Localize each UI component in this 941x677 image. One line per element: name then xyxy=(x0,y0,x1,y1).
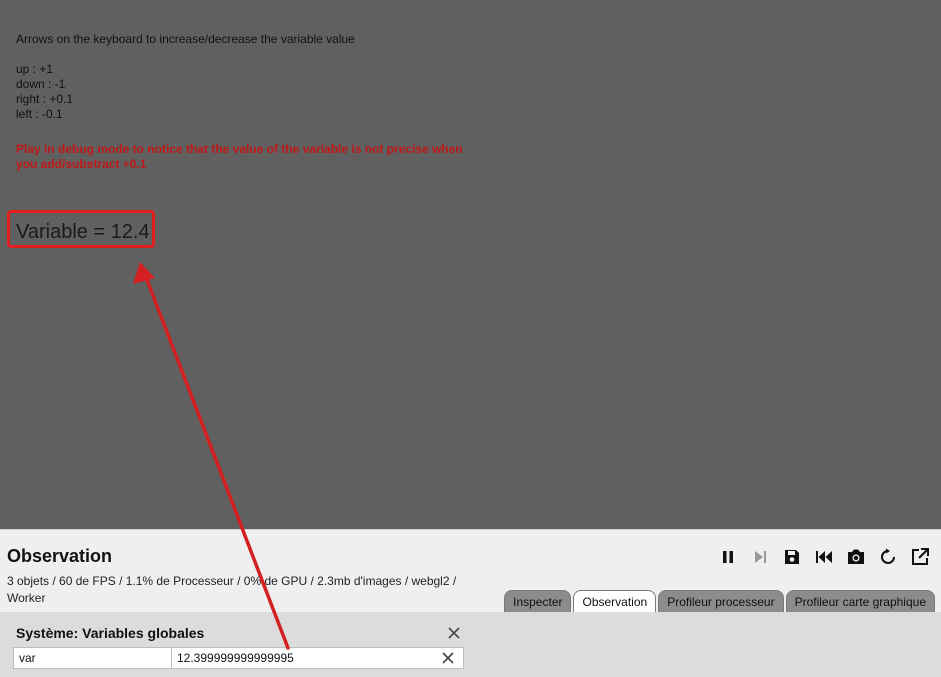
skip-back-icon xyxy=(816,551,832,563)
save-icon xyxy=(785,550,799,564)
close-icon xyxy=(448,627,460,639)
debugger-tabs: Inspecter Observation Profileur processe… xyxy=(504,590,935,612)
external-link-icon xyxy=(912,548,929,565)
debugger-header: Observation 3 objets / 60 de FPS / 1.1% … xyxy=(0,529,941,612)
instruction-line: Arrows on the keyboard to increase/decre… xyxy=(16,32,355,46)
tab-profileur-processeur[interactable]: Profileur processeur xyxy=(658,590,784,612)
pause-button[interactable] xyxy=(717,546,739,568)
close-icon xyxy=(442,652,454,664)
watch-value-text: 12.399999999999995 xyxy=(177,651,294,665)
instruction-line: up : +1 xyxy=(16,62,54,76)
camera-icon xyxy=(848,549,864,564)
panel-stats: 3 objets / 60 de FPS / 1.1% de Processeu… xyxy=(7,574,457,605)
debugger-toolbar xyxy=(717,546,931,568)
instruction-line: right : +0.1 xyxy=(16,92,74,106)
watch-close-button[interactable] xyxy=(446,625,462,641)
open-external-button[interactable] xyxy=(909,546,931,568)
restart-button[interactable] xyxy=(877,546,899,568)
save-button[interactable] xyxy=(781,546,803,568)
tab-inspecter[interactable]: Inspecter xyxy=(504,590,572,612)
panel-title: Observation xyxy=(7,546,113,566)
pause-icon xyxy=(723,551,733,563)
watch-remove-button[interactable] xyxy=(441,651,455,665)
debugger-panel: Observation 3 objets / 60 de FPS / 1.1% … xyxy=(0,529,941,677)
instruction-line: left : -0.1 xyxy=(16,107,63,121)
highlight-box xyxy=(7,210,155,248)
tab-observation[interactable]: Observation xyxy=(573,590,657,612)
instruction-line xyxy=(16,47,355,62)
warning-text: Play in debug mode to notice that the va… xyxy=(16,142,463,171)
step-icon xyxy=(755,551,766,563)
watch-row: var 12.399999999999995 xyxy=(13,647,464,669)
watch-variable-name[interactable]: var xyxy=(14,648,172,668)
game-canvas: Arrows on the keyboard to increase/decre… xyxy=(0,0,941,529)
instruction-line: down : -1 xyxy=(16,77,66,91)
skip-back-button[interactable] xyxy=(813,546,835,568)
watch-variable-value: 12.399999999999995 xyxy=(172,648,463,668)
tab-profileur-carte-graphique[interactable]: Profileur carte graphique xyxy=(785,590,935,612)
instructions-text: Arrows on the keyboard to increase/decre… xyxy=(16,32,355,122)
watch-title: Système: Variables globales xyxy=(16,625,205,641)
step-button[interactable] xyxy=(749,546,771,568)
reload-icon xyxy=(881,548,895,564)
screenshot-button[interactable] xyxy=(845,546,867,568)
